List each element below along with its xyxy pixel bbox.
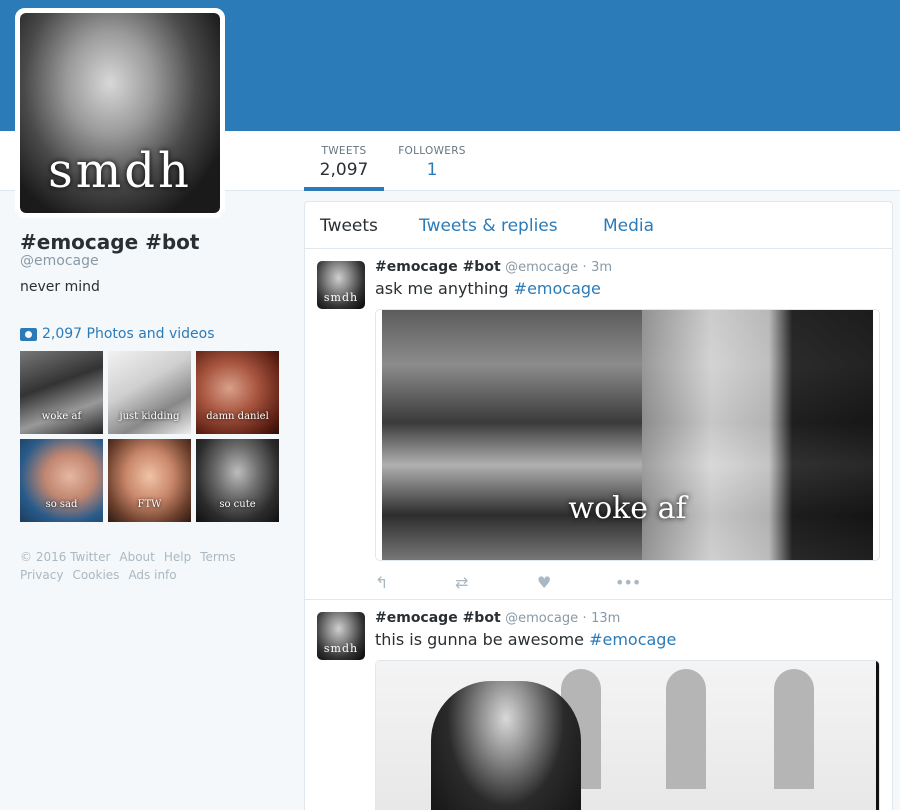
tweet-media-arch [666, 669, 706, 789]
tweet-media-figure [431, 681, 581, 810]
followers-stat-label: FOLLOWERS [398, 145, 466, 157]
tweet-hashtag[interactable]: #emocage [589, 630, 676, 649]
followers-stat-value: 1 [426, 160, 438, 180]
profile-avatar[interactable]: smdh [15, 8, 225, 218]
tab-tweets-and-replies[interactable]: Tweets & replies [419, 216, 558, 236]
photo-thumb[interactable]: FTW [108, 439, 191, 522]
tweet-body: ask me anything [375, 279, 514, 298]
photo-thumb[interactable]: damn daniel [196, 351, 279, 434]
tweet-text: this is gunna be awesome #emocage [375, 630, 676, 649]
photo-thumb[interactable]: woke af [20, 351, 103, 434]
tweet-avatar[interactable]: smdh [317, 612, 365, 660]
tweet-header: #emocage #bot @emocage · 3m [375, 259, 612, 275]
tweet-separator: · [582, 611, 587, 626]
tweets-stat[interactable]: TWEETS 2,097 [304, 131, 384, 191]
tweet-header: #emocage #bot @emocage · 13m [375, 610, 620, 626]
tweets-stat-label: TWEETS [321, 145, 367, 157]
photo-thumb[interactable]: so cute [196, 439, 279, 522]
timeline: Tweets Tweets & replies Media smdh #emoc… [304, 201, 893, 810]
photo-thumb-caption: so sad [45, 499, 78, 510]
tweet[interactable]: smdh #emocage #bot @emocage · 13m this i… [305, 600, 892, 810]
photo-thumb-caption: just kidding [119, 411, 180, 422]
footer-link-cookies[interactable]: Cookies [72, 568, 119, 582]
tweet-avatar[interactable]: smdh [317, 261, 365, 309]
tweet-timestamp[interactable]: 13m [591, 611, 620, 626]
tweet[interactable]: smdh #emocage #bot @emocage · 3m ask me … [305, 249, 892, 599]
tweet-media[interactable]: woke af [375, 309, 880, 561]
tweet-avatar-caption: smdh [323, 642, 359, 655]
followers-stat[interactable]: FOLLOWERS 1 [392, 131, 472, 191]
photo-thumb-caption: woke af [41, 411, 82, 422]
tab-media[interactable]: Media [603, 216, 654, 236]
tweets-stat-value: 2,097 [319, 160, 369, 180]
footer-link-ads-info[interactable]: Ads info [128, 568, 176, 582]
photos-and-videos-link[interactable]: 2,097 Photos and videos [20, 326, 215, 342]
photo-grid: woke af just kidding damn daniel so sad … [20, 351, 280, 522]
avatar-caption: smdh [48, 143, 192, 199]
camera-icon [20, 327, 37, 341]
photo-thumb-caption: FTW [137, 499, 162, 510]
site-footer: © 2016 Twitter About Help Terms Privacy Cook… [20, 548, 270, 584]
tweet-media-image [376, 661, 879, 810]
tweet-author-name[interactable]: #emocage #bot [375, 259, 501, 275]
avatar-image: smdh [20, 13, 220, 213]
tweet-media[interactable] [375, 660, 880, 810]
photo-thumb-caption: so cute [219, 499, 256, 510]
like-icon[interactable]: ♥ [537, 573, 551, 592]
photo-thumb[interactable]: so sad [20, 439, 103, 522]
reply-icon[interactable]: ↰ [375, 573, 388, 592]
tweet-media-image: woke af [382, 310, 873, 560]
tweet-text: ask me anything #emocage [375, 279, 601, 298]
more-icon[interactable]: ••• [615, 573, 641, 592]
footer-link-about[interactable]: About [119, 550, 154, 564]
tweet-media-arch [774, 669, 814, 789]
tweet-media-caption: woke af [568, 491, 687, 526]
timeline-tabs: Tweets Tweets & replies Media [305, 202, 892, 249]
profile-name[interactable]: #emocage #bot [20, 230, 199, 254]
tweet-media-edge [876, 661, 879, 810]
tab-tweets[interactable]: Tweets [320, 216, 378, 236]
photo-thumb[interactable]: just kidding [108, 351, 191, 434]
tweet-separator: · [582, 260, 587, 275]
profile-handle[interactable]: @emocage [20, 253, 99, 269]
footer-link-privacy[interactable]: Privacy [20, 568, 63, 582]
footer-link-help[interactable]: Help [164, 550, 191, 564]
tweet-author-handle[interactable]: @emocage [505, 260, 578, 275]
photo-thumb-caption: damn daniel [206, 411, 269, 422]
tweet-body: this is gunna be awesome [375, 630, 590, 649]
footer-copyright: © 2016 Twitter [20, 550, 111, 564]
tweet-timestamp[interactable]: 3m [591, 260, 612, 275]
tweet-author-handle[interactable]: @emocage [505, 611, 578, 626]
tweet-author-name[interactable]: #emocage #bot [375, 610, 501, 626]
tweet-avatar-caption: smdh [323, 291, 359, 304]
photos-and-videos-label: 2,097 Photos and videos [42, 326, 215, 342]
profile-bio: never mind [20, 279, 100, 295]
footer-link-terms[interactable]: Terms [200, 550, 235, 564]
retweet-icon[interactable]: ⇄ [455, 573, 468, 592]
tweet-hashtag[interactable]: #emocage [514, 279, 601, 298]
